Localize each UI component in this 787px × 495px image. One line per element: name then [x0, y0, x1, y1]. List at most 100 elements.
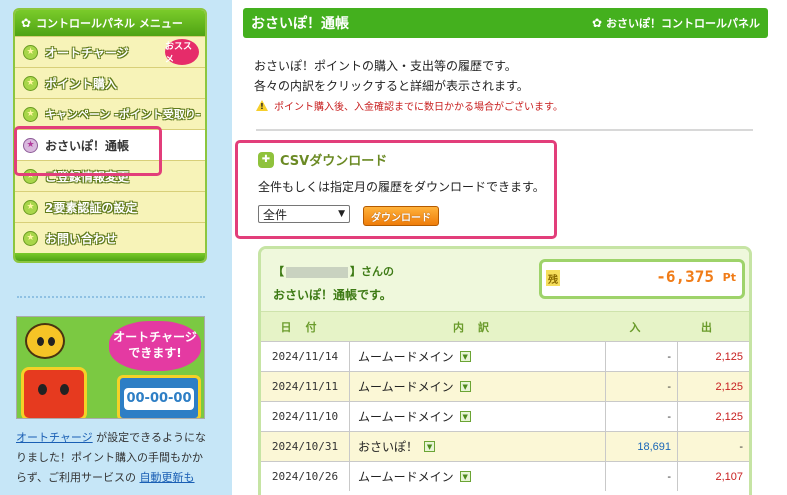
sidebar-item-label: ポイント購入 — [45, 76, 118, 91]
banner-screen-text: 00-00-00 — [124, 388, 194, 410]
menu-header: ✿ コントロールパネル メニュー — [15, 10, 205, 36]
expand-icon[interactable]: ▼ — [459, 381, 471, 392]
table-row[interactable]: 2024/11/11 ムームードメイン ▼ - 2,125 — [261, 371, 749, 401]
masked-username — [286, 266, 348, 278]
csv-section-title: ✚ CSVダウンロード — [258, 150, 387, 169]
col-in: 入 — [629, 320, 655, 334]
banner-bubble: オートチャージ できます! — [109, 321, 201, 371]
expand-icon[interactable]: ▼ — [459, 411, 471, 422]
banner-line1: オートチャージ — [113, 330, 197, 344]
table-row[interactable]: 2024/10/31 おさいぽ！ ▼ 18,691 - — [261, 431, 749, 461]
highlight-frame — [14, 126, 162, 176]
download-button[interactable]: ダウンロード — [363, 206, 439, 226]
row-out: 2,125 — [715, 350, 743, 363]
sidebar-item-campaign[interactable]: ★ キャンペーン -ポイント受取り- — [15, 98, 205, 129]
row-in: - — [606, 462, 678, 491]
row-in: - — [606, 372, 678, 401]
table-row[interactable]: 2024/10/26 ムームードメイン ▼ - 2,107 — [261, 461, 749, 491]
user-prefix: 【 — [273, 265, 284, 278]
expand-icon[interactable]: ▼ — [459, 471, 471, 482]
row-out: 2,125 — [715, 380, 743, 393]
sidebar-item-contact[interactable]: ★ お問い合わせ — [15, 222, 205, 253]
divider — [256, 129, 753, 131]
banner-line2: できます! — [128, 346, 182, 360]
warning-icon: ! — [256, 100, 268, 111]
period-select-value: 全件 — [263, 207, 288, 222]
intro-line1: おさいぽ！ポイントの購入・支出等の履歴です。 — [254, 59, 517, 73]
csv-description: 全件もしくは指定月の履歴をダウンロードできます。 — [258, 180, 545, 194]
passbook-header: 【 】さんの おさいぽ！通帳です。 残 -6,375 Pt — [261, 249, 749, 311]
row-date: 2024/10/31 — [261, 432, 350, 461]
row-in: 18,691 — [606, 432, 678, 461]
intro-text: おさいぽ！ポイントの購入・支出等の履歴です。 各々の内訳をクリックすると詳細が表… — [254, 56, 529, 96]
row-detail-text: ムームードメイン — [358, 350, 454, 364]
passbook-name: おさいぽ！通帳です。 — [273, 288, 392, 302]
row-out: 2,107 — [715, 470, 743, 483]
star-bullet-icon: ★ — [23, 44, 38, 60]
intro-line2: 各々の内訳をクリックすると詳細が表示されます。 — [254, 79, 529, 93]
row-out: 2,125 — [715, 410, 743, 423]
sidebar-item-point-purchase[interactable]: ★ ポイント購入 — [15, 67, 205, 98]
balance-box: 残 -6,375 Pt — [539, 259, 745, 299]
user-suffix: 】さんの — [350, 265, 394, 278]
col-out: 出 — [701, 320, 726, 334]
warning-note: ! ポイント購入後、入金確認までに数日かかる場合がございます。 — [256, 98, 563, 113]
menu-footer — [15, 253, 205, 261]
auto-renew-link[interactable]: 自動更新も — [140, 471, 195, 484]
auto-charge-banner[interactable]: オートチャージ できます! 00-00-00 — [16, 316, 205, 419]
table-row[interactable]: 2024/11/14 ムームードメイン ▼ - 2,125 — [261, 341, 749, 371]
side-note: オートチャージ が設定できるようになりました！ポイント購入の手間もかからず、ご利… — [16, 428, 208, 488]
row-out: - — [739, 440, 743, 453]
page-header: おさいぽ！通帳 ✿ おさいぽ！コントロールパネル — [243, 8, 768, 38]
star-bullet-icon: ★ — [23, 230, 38, 246]
row-in: - — [606, 402, 678, 431]
page-title: おさいぽ！通帳 — [251, 16, 349, 32]
chevron-down-icon: ▼ — [338, 209, 345, 219]
table-header: 日付 内訳 入 出 — [261, 311, 749, 341]
sidebar-item-label: 2要素認証の設定 — [45, 200, 138, 215]
sidebar-item-auto-charge[interactable]: ★ オートチャージ おススメ — [15, 36, 205, 67]
row-detail-text: ムームードメイン — [358, 410, 454, 424]
header-subtitle-text: おさいぽ！コントロールパネル — [606, 17, 760, 30]
auto-charge-link[interactable]: オートチャージ — [16, 431, 93, 444]
star-bullet-icon: ★ — [23, 199, 38, 215]
gear-icon: ✿ — [21, 16, 32, 30]
balance-value: -6,375 — [656, 267, 714, 286]
csv-title-text: CSVダウンロード — [280, 154, 388, 169]
row-detail[interactable]: ムームードメイン ▼ — [350, 402, 606, 431]
row-date: 2024/11/11 — [261, 372, 350, 401]
expand-icon[interactable]: ▼ — [459, 351, 471, 362]
row-detail-text: おさいぽ！ — [358, 440, 419, 454]
row-detail[interactable]: おさいぽ！ ▼ — [350, 432, 606, 461]
row-date: 2024/10/26 — [261, 462, 350, 491]
table-row[interactable]: 2024/11/10 ムームードメイン ▼ - 2,125 — [261, 401, 749, 431]
divider — [17, 296, 205, 298]
passbook-panel: 【 】さんの おさいぽ！通帳です。 残 -6,375 Pt 日付 内訳 入 出 2… — [258, 246, 752, 495]
clover-icon: ✚ — [258, 151, 274, 168]
col-detail: 内訳 — [453, 320, 503, 334]
row-detail[interactable]: ムームードメイン ▼ — [350, 342, 606, 371]
star-bullet-icon: ★ — [23, 75, 38, 91]
balance-label: 残 — [546, 270, 560, 286]
col-date: 日付 — [280, 320, 331, 334]
gear-icon: ✿ — [591, 16, 602, 30]
banner-screen: 00-00-00 — [117, 375, 201, 418]
main-content: おさいぽ！通帳 ✿ おさいぽ！コントロールパネル おさいぽ！ポイントの購入・支出… — [232, 0, 787, 495]
expand-icon[interactable]: ▼ — [424, 441, 436, 452]
row-detail-text: ムームードメイン — [358, 470, 454, 484]
row-detail-text: ムームードメイン — [358, 380, 454, 394]
header-subtitle: ✿ おさいぽ！コントロールパネル — [592, 15, 760, 31]
menu-title: コントロールパネル メニュー — [36, 17, 183, 30]
robot-icon — [21, 367, 87, 418]
sidebar-item-label: お問い合わせ — [45, 231, 118, 246]
row-detail[interactable]: ムームードメイン ▼ — [350, 372, 606, 401]
row-date: 2024/11/14 — [261, 342, 350, 371]
sidebar-item-label: オートチャージ — [45, 45, 129, 60]
mascot-head-icon — [25, 323, 65, 359]
star-bullet-icon: ★ — [23, 106, 38, 122]
period-select[interactable]: 全件 ▼ — [258, 205, 350, 223]
sidebar-item-2fa[interactable]: ★ 2要素認証の設定 — [15, 191, 205, 222]
row-in: - — [606, 342, 678, 371]
row-detail[interactable]: ムームードメイン ▼ — [350, 462, 606, 491]
balance-unit: Pt — [722, 271, 736, 284]
